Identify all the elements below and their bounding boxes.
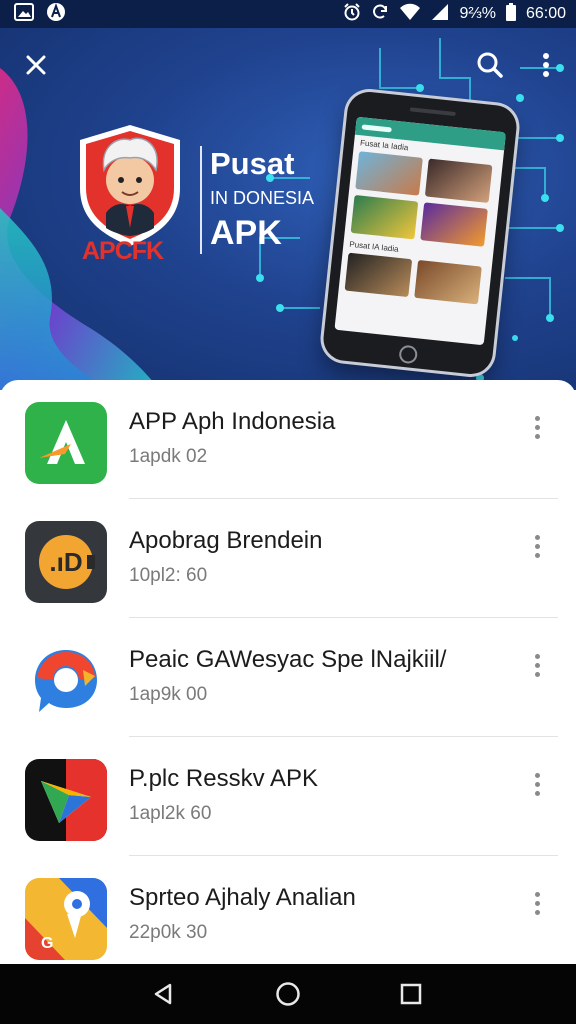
list-item[interactable]: APP Aph Indonesia 1apdk 02 <box>0 380 576 499</box>
brand-title-line2: IN DONESIA <box>210 188 315 208</box>
brand-title-line1: Pusat <box>210 146 295 181</box>
app-meta: 22p0k 30 <box>129 922 208 943</box>
alarm-icon <box>343 2 361 26</box>
more-options-button[interactable] <box>526 45 566 85</box>
brand-shield-logo <box>80 125 180 246</box>
close-icon <box>26 55 46 75</box>
more-vert-icon <box>543 53 549 77</box>
app-name: P.plc Resskv APK <box>129 765 318 792</box>
svg-text:G: G <box>41 935 53 952</box>
phone-tile <box>420 202 488 247</box>
list-item[interactable]: Peaic GAWesyac Spe lNajkiil/ 1ap9k 00 <box>0 618 576 737</box>
list-item[interactable]: .ıD Apobrag Brendein 10pl2: 60 <box>0 499 576 618</box>
app-meta: 1ap9k 00 <box>129 684 208 705</box>
search-button[interactable] <box>470 45 510 85</box>
phone-home-button <box>398 344 419 365</box>
item-more-button[interactable] <box>524 648 550 682</box>
battery-percent: 9⅔% <box>459 5 496 22</box>
app-name: Apobrag Brendein <box>129 527 323 554</box>
item-more-button[interactable] <box>524 410 550 444</box>
phone-tile <box>350 194 419 240</box>
back-icon <box>154 983 172 1005</box>
item-more-button[interactable] <box>524 767 550 801</box>
app-meta: 10pl2: 60 <box>129 565 208 586</box>
app-name: APP Aph Indonesia <box>129 408 336 435</box>
home-icon <box>276 982 300 1006</box>
signal-icon <box>431 3 449 26</box>
wifi-icon <box>399 3 421 26</box>
app-name: Sprteo Ajhaly Analian <box>129 884 356 911</box>
home-button[interactable] <box>268 976 308 1012</box>
phone-screen-grid <box>344 147 503 252</box>
brand-divider <box>200 146 202 254</box>
app-notification-icon <box>46 2 66 27</box>
phone-tile <box>414 259 482 305</box>
brand-title-line3: APK <box>210 214 282 252</box>
chat-bubble-app-icon <box>25 640 107 722</box>
phone-speaker <box>409 107 456 117</box>
brand-logo-text: APCFK <box>82 237 164 265</box>
image-icon <box>14 2 34 26</box>
play-arrow-app-icon <box>25 759 107 841</box>
app-list: APP Aph Indonesia 1apdk 02 .ıD Apobrag B… <box>0 380 576 964</box>
phone-tile <box>355 151 423 196</box>
clock: 66:00 <box>525 5 566 22</box>
maps-pin-app-icon: G <box>25 878 107 960</box>
list-item[interactable]: G Sprteo Ajhaly Analian 22p0k 30 <box>0 856 576 964</box>
phone-screen: Fusat Ia Iadia Pusat IA Iadia <box>334 116 506 346</box>
recents-icon <box>400 983 422 1005</box>
phone-tile <box>344 252 413 298</box>
phone-tile <box>424 158 493 203</box>
status-bar: 9⅔% 66:00 <box>0 0 576 28</box>
close-button[interactable] <box>16 45 56 85</box>
search-icon <box>477 52 503 78</box>
green-a-app-icon <box>25 402 107 484</box>
app-name: Peaic GAWesyac Spe lNajkiil/ <box>129 646 447 673</box>
system-navigation-bar <box>0 964 576 1024</box>
item-more-button[interactable] <box>524 886 550 920</box>
recents-button[interactable] <box>391 976 431 1012</box>
back-button[interactable] <box>143 976 183 1012</box>
list-item[interactable]: P.plc Resskv APK 1apl2k 60 <box>0 737 576 856</box>
app-meta: 1apl2k 60 <box>129 803 212 824</box>
hero-banner: APCFK Pusat IN DONESIA APK Fusat Ia Iadi… <box>0 28 576 390</box>
sync-icon <box>371 3 389 26</box>
battery-icon <box>505 2 516 26</box>
app-meta: 1apdk 02 <box>129 446 208 467</box>
orange-d-app-icon: .ıD <box>25 521 107 603</box>
item-more-button[interactable] <box>524 529 550 563</box>
svg-text:.ıD: .ıD <box>49 547 82 577</box>
phone-mockup: Fusat Ia Iadia Pusat IA Iadia <box>321 89 519 377</box>
